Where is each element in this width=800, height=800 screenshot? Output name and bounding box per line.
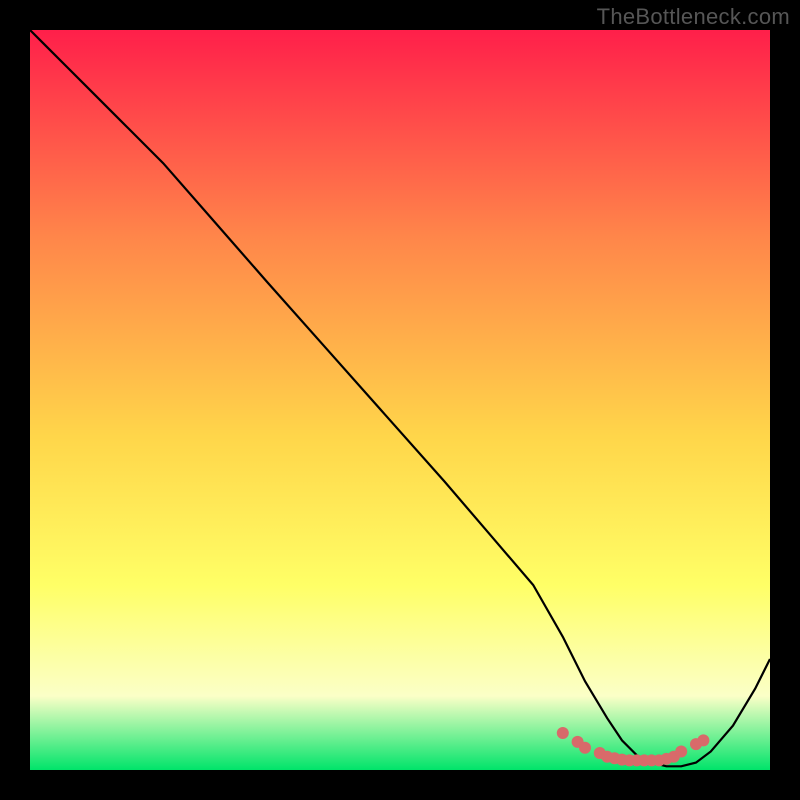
sweet-spot-point (579, 742, 591, 754)
sweet-spot-point (557, 727, 569, 739)
watermark-text: TheBottleneck.com (597, 4, 790, 30)
sweet-spot-point (675, 746, 687, 758)
bottleneck-chart (0, 0, 800, 800)
sweet-spot-point (697, 734, 709, 746)
chart-stage: TheBottleneck.com (0, 0, 800, 800)
